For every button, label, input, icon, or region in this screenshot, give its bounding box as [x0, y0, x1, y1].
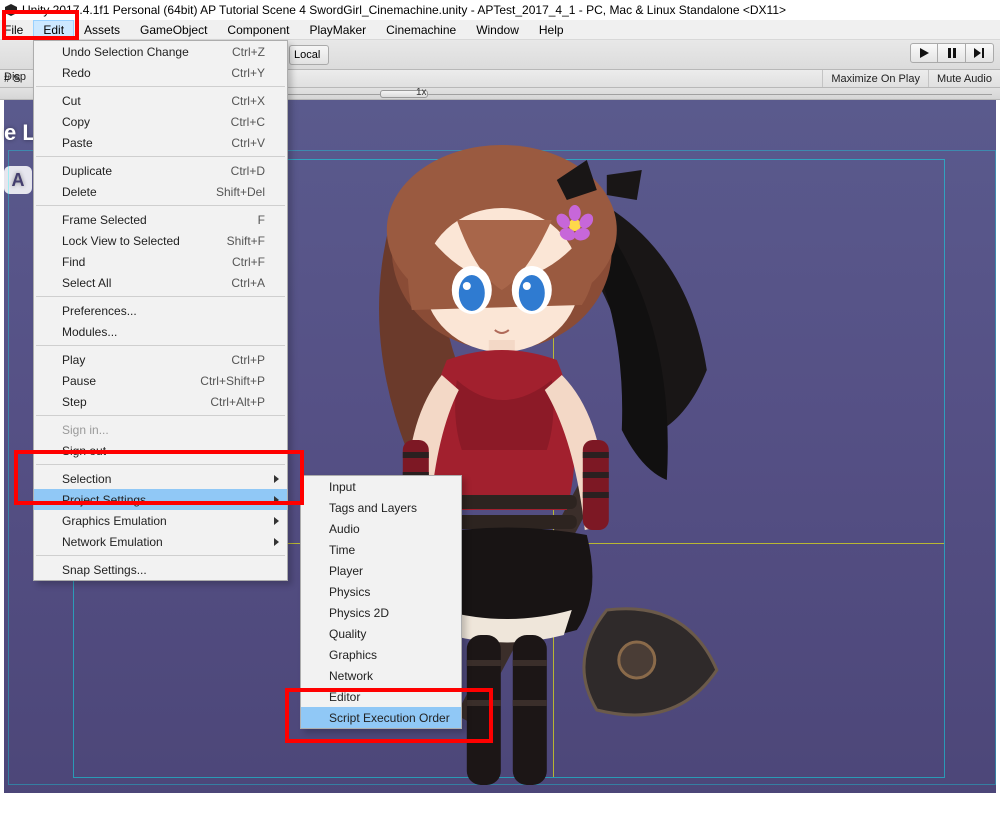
menu-playmaker[interactable]: PlayMaker — [299, 20, 376, 39]
submenu-time[interactable]: Time — [301, 539, 461, 560]
menuitem-snap-settings[interactable]: Snap Settings... — [34, 559, 287, 580]
menuitem-modules[interactable]: Modules... — [34, 321, 287, 342]
step-button[interactable] — [966, 43, 994, 63]
submenu-quality[interactable]: Quality — [301, 623, 461, 644]
menu-file[interactable]: File — [0, 20, 33, 39]
display-dropdown[interactable]: Disp — [4, 71, 26, 83]
pause-icon — [947, 48, 957, 58]
pivot-local-toggle[interactable]: Local — [289, 45, 329, 65]
menu-gameobject[interactable]: GameObject — [130, 20, 217, 39]
menuitem-frame-selected[interactable]: Frame SelectedF — [34, 209, 287, 230]
menu-component[interactable]: Component — [217, 20, 299, 39]
menuitem-play[interactable]: PlayCtrl+P — [34, 349, 287, 370]
submenu-graphics[interactable]: Graphics — [301, 644, 461, 665]
menuitem-network-emulation[interactable]: Network Emulation — [34, 531, 287, 552]
scale-value-label: 1x — [416, 87, 427, 98]
menu-cinemachine[interactable]: Cinemachine — [376, 20, 466, 39]
chevron-right-icon — [274, 475, 279, 483]
submenu-input[interactable]: Input — [301, 476, 461, 497]
submenu-network[interactable]: Network — [301, 665, 461, 686]
menuitem-graphics-emulation[interactable]: Graphics Emulation — [34, 510, 287, 531]
viewport-bottom-border — [4, 793, 996, 813]
submenu-audio[interactable]: Audio — [301, 518, 461, 539]
menuitem-undo[interactable]: Undo Selection ChangeCtrl+Z — [34, 41, 287, 62]
window-title: Unity 2017.4.1f1 Personal (64bit) AP Tut… — [22, 3, 786, 17]
chevron-right-icon — [274, 517, 279, 525]
submenu-player[interactable]: Player — [301, 560, 461, 581]
menuitem-pause[interactable]: PauseCtrl+Shift+P — [34, 370, 287, 391]
title-bar: Unity 2017.4.1f1 Personal (64bit) AP Tut… — [0, 0, 1000, 20]
chevron-right-icon — [274, 496, 279, 504]
menuitem-project-settings[interactable]: Project Settings — [34, 489, 287, 510]
menuitem-step[interactable]: StepCtrl+Alt+P — [34, 391, 287, 412]
menuitem-find[interactable]: FindCtrl+F — [34, 251, 287, 272]
menu-edit[interactable]: Edit — [33, 20, 74, 39]
menuitem-sign-out[interactable]: Sign out — [34, 440, 287, 461]
menuitem-cut[interactable]: CutCtrl+X — [34, 90, 287, 111]
menuitem-selection[interactable]: Selection — [34, 468, 287, 489]
play-icon — [919, 48, 929, 58]
play-button[interactable] — [910, 43, 938, 63]
submenu-physics-2d[interactable]: Physics 2D — [301, 602, 461, 623]
chevron-right-icon — [274, 538, 279, 546]
pause-button[interactable] — [938, 43, 966, 63]
menuitem-copy[interactable]: CopyCtrl+C — [34, 111, 287, 132]
mute-audio-toggle[interactable]: Mute Audio — [928, 70, 1000, 87]
menuitem-redo[interactable]: RedoCtrl+Y — [34, 62, 287, 83]
menu-bar: File Edit Assets GameObject Component Pl… — [0, 20, 1000, 40]
maximize-on-play-toggle[interactable]: Maximize On Play — [822, 70, 928, 87]
project-settings-submenu: Input Tags and Layers Audio Time Player … — [300, 475, 462, 729]
menu-assets[interactable]: Assets — [74, 20, 130, 39]
menu-window[interactable]: Window — [466, 20, 529, 39]
edit-menu-dropdown: Undo Selection ChangeCtrl+Z RedoCtrl+Y C… — [33, 40, 288, 581]
menuitem-sign-in: Sign in... — [34, 419, 287, 440]
menuitem-delete[interactable]: DeleteShift+Del — [34, 181, 287, 202]
submenu-editor[interactable]: Editor — [301, 686, 461, 707]
menuitem-select-all[interactable]: Select AllCtrl+A — [34, 272, 287, 293]
submenu-physics[interactable]: Physics — [301, 581, 461, 602]
menuitem-duplicate[interactable]: DuplicateCtrl+D — [34, 160, 287, 181]
menuitem-preferences[interactable]: Preferences... — [34, 300, 287, 321]
unity-logo-icon — [4, 3, 18, 17]
submenu-tags-and-layers[interactable]: Tags and Layers — [301, 497, 461, 518]
menuitem-paste[interactable]: PasteCtrl+V — [34, 132, 287, 153]
menu-help[interactable]: Help — [529, 20, 574, 39]
menuitem-lock-view[interactable]: Lock View to SelectedShift+F — [34, 230, 287, 251]
submenu-script-execution-order[interactable]: Script Execution Order — [301, 707, 461, 728]
step-icon — [974, 48, 986, 58]
